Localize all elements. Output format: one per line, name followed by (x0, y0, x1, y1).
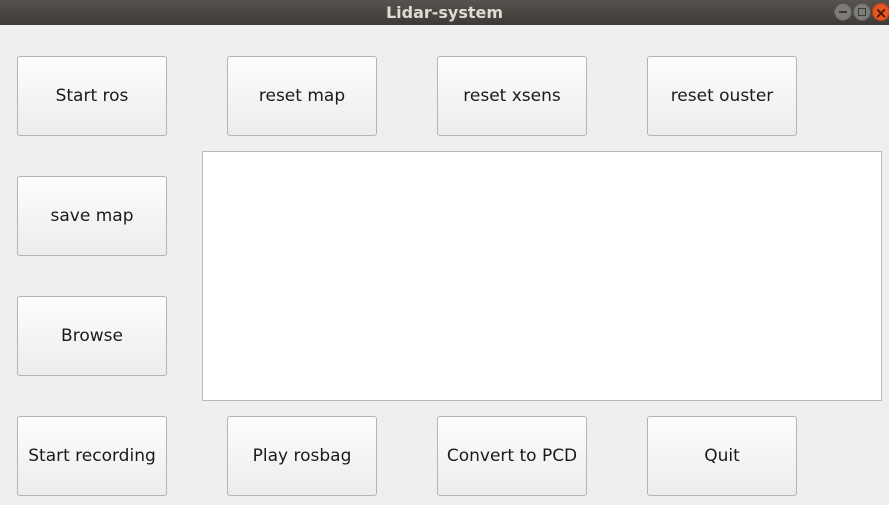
play-rosbag-button[interactable]: Play rosbag (227, 416, 377, 496)
output-text-area[interactable] (202, 151, 882, 401)
reset-map-button[interactable]: reset map (227, 56, 377, 136)
save-map-button[interactable]: save map (17, 176, 167, 256)
browse-button[interactable]: Browse (17, 296, 167, 376)
start-ros-button[interactable]: Start ros (17, 56, 167, 136)
maximize-icon[interactable] (853, 3, 871, 21)
minimize-icon[interactable] (834, 3, 852, 21)
convert-to-pcd-button[interactable]: Convert to PCD (437, 416, 587, 496)
title-bar: Lidar-system (0, 0, 889, 26)
start-recording-button[interactable]: Start recording (17, 416, 167, 496)
close-icon[interactable] (872, 1, 889, 26)
quit-button[interactable]: Quit (647, 416, 797, 496)
reset-ouster-button[interactable]: reset ouster (647, 56, 797, 136)
window-title: Lidar-system (385, 3, 504, 22)
app-window: Lidar-system Start ros reset map reset x… (0, 0, 889, 505)
reset-xsens-button[interactable]: reset xsens (437, 56, 587, 136)
